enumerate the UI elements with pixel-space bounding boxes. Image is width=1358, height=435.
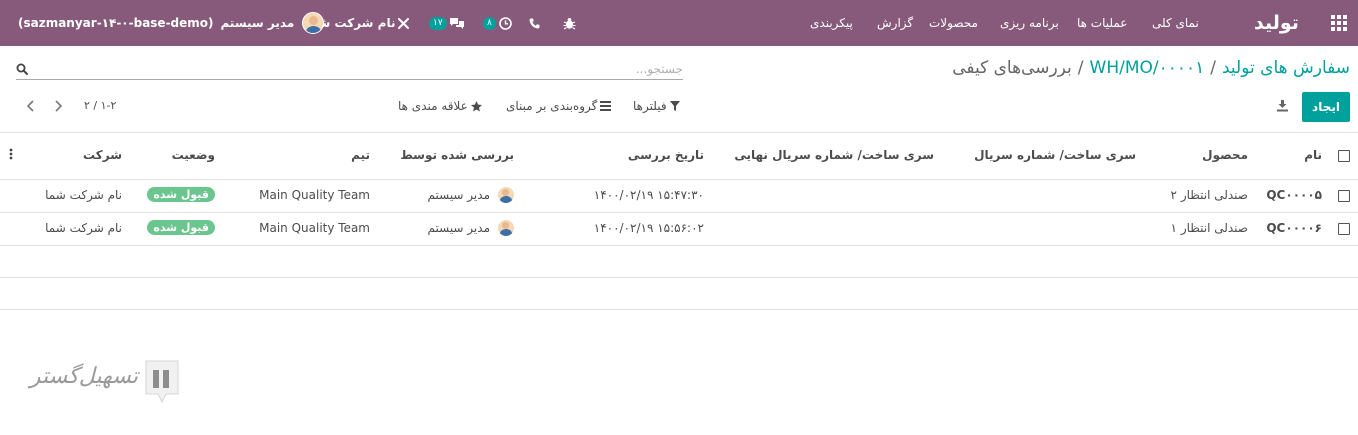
optional-columns-toggle[interactable] [9,148,13,163]
top-navbar: تولید نمای کلی عملیات ها برنامه ریزی محص… [0,0,1358,46]
breadcrumb-production-orders[interactable]: سفارش های تولید [1222,58,1350,78]
cell-team: Main Quality Team [259,188,370,202]
download-button[interactable] [1276,99,1289,115]
menu-reporting[interactable]: گزارش [877,0,913,46]
column-header-name[interactable]: نام [1304,148,1322,162]
watermark-text: تسهیل‌گستر [29,364,138,389]
user-menu[interactable]: (sazmanyar-۱۴-۰-base-demo) مدیر سیستم [18,0,325,46]
clock-icon [499,16,512,30]
pager-value[interactable]: ۱-۲ [101,99,117,112]
tools-icon [398,17,409,29]
pager[interactable]: ۲ / ۱-۲ [84,99,116,112]
column-header-checked-by[interactable]: بررسی شده توسط [400,148,514,162]
create-button[interactable]: ایجاد [1302,92,1350,122]
user-avatar [302,12,325,34]
cell-company: نام شرکت شما [45,188,122,202]
pager-next-button[interactable] [54,100,63,115]
row-border [0,277,1358,278]
menu-products[interactable]: محصولات [929,0,978,46]
logo-mark-icon [145,360,179,404]
filters-button[interactable]: فیلترها [633,99,680,113]
cell-team: Main Quality Team [259,221,370,235]
ellipsis-vertical-icon [9,148,13,160]
cell-check-date: ۱۴۰۰/۰۲/۱۹ ۱۵:۵۶:۰۲ [593,221,704,235]
breadcrumb-quality-checks: بررسی‌های کیفی [952,58,1072,78]
star-icon [470,100,482,111]
group-by-button[interactable]: گروه‌بندی بر مبنای [506,99,612,113]
status-badge: قبول شده [147,187,215,202]
search-icon[interactable] [16,63,28,75]
column-header-product[interactable]: محصول [1202,148,1248,162]
row-checkbox[interactable] [1338,190,1350,202]
chevron-left-icon [26,100,34,112]
menu-overview[interactable]: نمای کلی [1152,0,1199,46]
phone-icon [529,18,540,28]
user-name: مدیر سیستم [220,16,295,30]
column-header-check-date[interactable]: تاریخ بررسی [628,148,704,162]
tools-button[interactable] [397,0,410,46]
cell-product: صندلی انتظار ۱ [1170,221,1248,235]
bars-icon [600,101,612,111]
row-border [0,245,1358,246]
phone-button[interactable] [529,0,540,46]
row-border [0,212,1358,213]
column-header-team[interactable]: تیم [351,148,370,162]
app-title: تولید [1254,12,1299,34]
menu-operations[interactable]: عملیات ها [1077,0,1127,46]
filter-icon [669,101,680,111]
cell-name: QC۰۰۰۰۵ [1266,188,1322,202]
cell-checked-by: مدیر سیستم [428,220,514,236]
pager-total: ۲ [84,99,90,112]
column-header-final-lot-serial[interactable]: سری ساخت/ شماره سریال نهایی [734,148,934,162]
column-header-lot-serial[interactable]: سری ساخت/ شماره سریال [974,148,1136,162]
cell-checked-by: مدیر سیستم [428,187,514,203]
select-all-checkbox[interactable] [1338,150,1350,162]
bug-icon [563,17,576,29]
column-header-company[interactable]: شرکت [83,148,122,162]
search-bar [16,60,683,80]
activity-count-badge: ۸ [483,16,496,30]
cell-check-date: ۱۴۰۰/۰۲/۱۹ ۱۵:۴۷:۳۰ [593,188,704,202]
menu-configuration[interactable]: پیکربندی [810,0,853,46]
breadcrumb-separator: / [1210,58,1216,78]
breadcrumb-manufacturing-order[interactable]: WH/MO/۰۰۰۰۱ [1090,58,1205,78]
table-header-border [0,179,1358,180]
search-input[interactable] [43,60,683,78]
cell-name: QC۰۰۰۰۶ [1266,221,1322,235]
messages-count-badge: ۱۷ [429,16,447,30]
messages-button[interactable]: ۱۷ [426,0,465,46]
row-border [0,309,1358,310]
row-checkbox[interactable] [1338,223,1350,235]
status-badge: قبول شده [147,220,215,235]
column-header-status[interactable]: وضعیت [172,148,215,162]
favorites-button[interactable]: علاقه مندی ها [398,99,482,113]
user-avatar [498,187,514,203]
breadcrumb-separator: / [1077,58,1084,78]
database-name: (sazmanyar-۱۴-۰-base-demo) [18,16,214,30]
apps-menu-button[interactable] [1331,0,1347,46]
cell-company: نام شرکت شما [45,221,122,235]
download-icon [1277,100,1288,112]
watermark-logo: تسهیل‌گستر [20,358,182,410]
menu-planning[interactable]: برنامه ریزی [1000,0,1059,46]
pager-previous-button[interactable] [26,100,35,115]
debug-button[interactable] [563,0,576,46]
activities-button[interactable]: ۸ [480,0,512,46]
breadcrumb: سفارش های تولید / WH/MO/۰۰۰۰۱ / بررسی‌ها… [952,58,1350,78]
apps-grid-icon [1331,15,1347,31]
table-top-border [0,132,1358,133]
comments-icon [449,17,464,29]
user-avatar [498,220,514,236]
cell-product: صندلی انتظار ۲ [1170,188,1248,202]
chevron-right-icon [55,100,63,112]
